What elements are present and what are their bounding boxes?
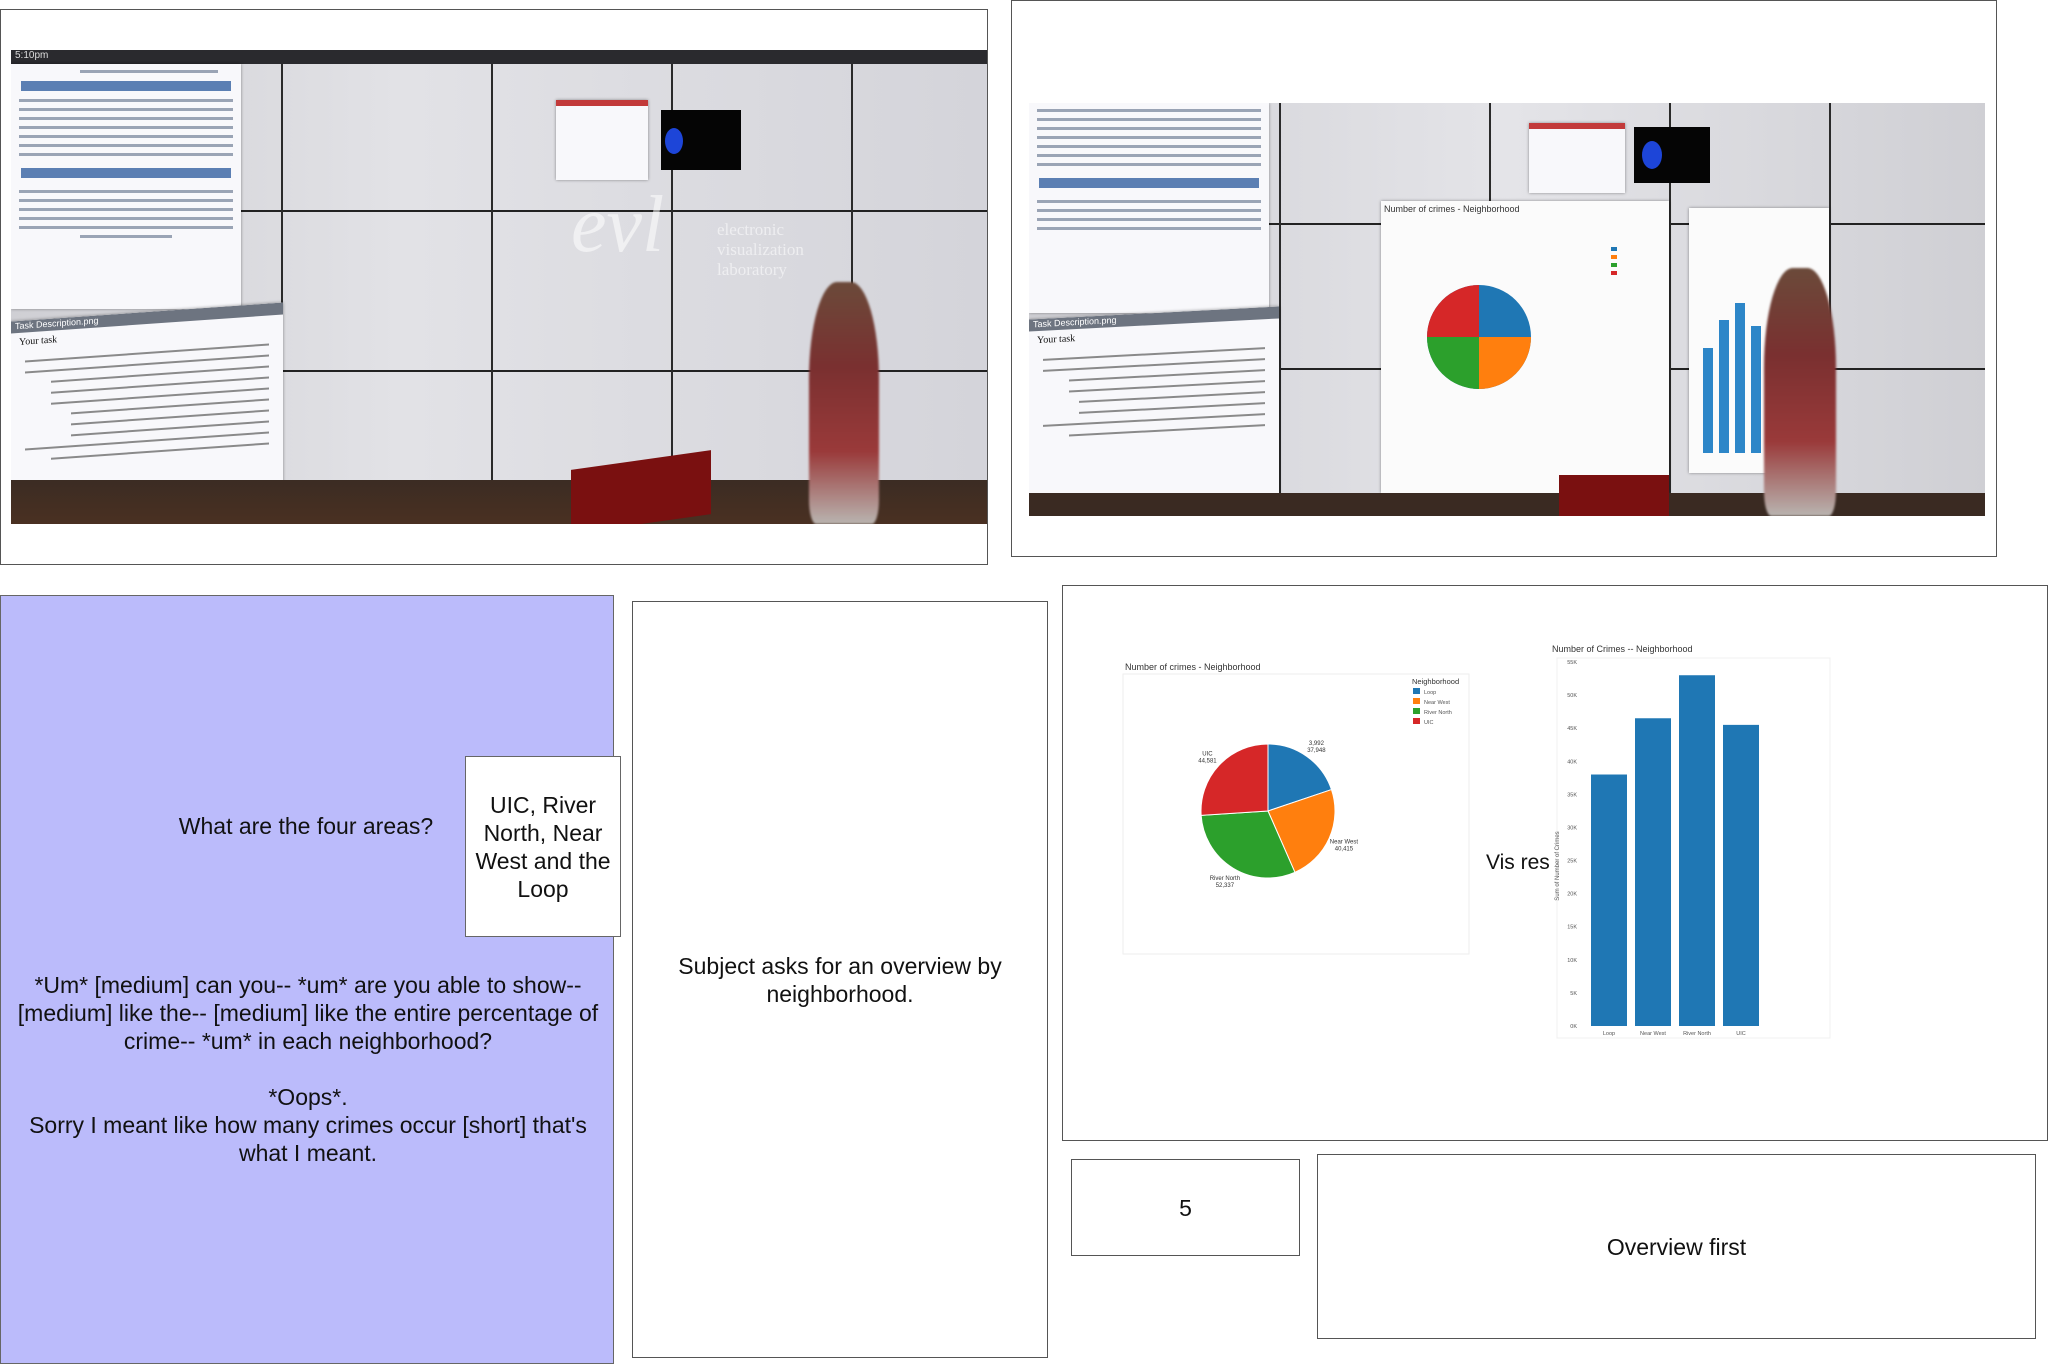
legend-label: Near West bbox=[1424, 700, 1450, 706]
y-tick-label: 20K bbox=[1567, 892, 1577, 898]
x-tick-label: Loop bbox=[1603, 1031, 1615, 1037]
bar-near-west bbox=[1635, 718, 1671, 1026]
correction-text: Sorry I meant like how many crimes occur… bbox=[29, 1111, 587, 1166]
y-tick-label: 50K bbox=[1567, 693, 1577, 699]
voice-indicator-window bbox=[661, 110, 741, 170]
photo-frame-right: Task Description.png Your task Number of… bbox=[1011, 0, 1997, 557]
legend-label: Loop bbox=[1424, 690, 1436, 696]
data-description-window-right bbox=[1029, 103, 1269, 313]
y-tick-label: 40K bbox=[1567, 759, 1577, 765]
data-description-window bbox=[11, 64, 241, 309]
utterance-text: *Um* [medium] can you-- *um* are you abl… bbox=[17, 971, 599, 1054]
legend-label: River North bbox=[1424, 710, 1452, 716]
x-tick-label: UIC bbox=[1736, 1031, 1746, 1037]
principle-text: Overview first bbox=[1606, 1233, 1747, 1260]
transcript-panel: What are the four areas? *Um* [medium] c… bbox=[0, 595, 614, 1364]
task-description-window-right: Task Description.png Your task bbox=[1029, 306, 1279, 516]
vis-overlay-text: Vis res bbox=[1486, 851, 1550, 874]
evl-logo: evl bbox=[571, 181, 665, 269]
legend-swatch bbox=[1413, 708, 1420, 714]
y-tick-label: 30K bbox=[1567, 825, 1577, 831]
y-tick-label: 0K bbox=[1570, 1024, 1577, 1030]
bar-chart-ylabel: Sum of Number of Crimes bbox=[1555, 831, 1561, 900]
voice-indicator-window-right bbox=[1634, 127, 1710, 183]
display-wall-photo-right: Task Description.png Your task Number of… bbox=[1029, 103, 1985, 516]
evl-logo-subtitle: electronic visualization laboratory bbox=[717, 220, 804, 279]
pie-slice-label: 3,992 37,948 bbox=[1307, 741, 1326, 754]
legend-swatch bbox=[1413, 718, 1420, 724]
display-wall-photo-left: 5:10pm Task Description.png Your task ev… bbox=[11, 50, 987, 524]
description-box: Subject asks for an overview by neighbor… bbox=[632, 601, 1048, 1358]
pie-legend-title: Neighborhood bbox=[1412, 677, 1459, 686]
description-text: Subject asks for an overview by neighbor… bbox=[678, 952, 1002, 1007]
principle-box: Overview first bbox=[1317, 1154, 2036, 1339]
wall-pie-window: Number of crimes - Neighborhood bbox=[1381, 201, 1669, 493]
vis-panel: Number of crimes - Neighborhood 3,992 37,… bbox=[1062, 585, 2048, 1141]
legend-swatch bbox=[1413, 698, 1420, 704]
y-tick-label: 15K bbox=[1567, 925, 1577, 931]
vis-svg: Number of crimes - Neighborhood 3,992 37,… bbox=[1122, 644, 1831, 1039]
wall-pie-svg bbox=[1427, 247, 1617, 389]
bar-uic bbox=[1723, 724, 1759, 1026]
notes-window bbox=[556, 100, 648, 180]
oops-text: *Oops*. bbox=[268, 1083, 348, 1110]
person-right bbox=[1764, 268, 1836, 516]
wall-pie-title: Number of crimes - Neighborhood bbox=[1384, 204, 1520, 214]
photo-frame-left: 5:10pm Task Description.png Your task ev… bbox=[0, 9, 988, 565]
count-value: 5 bbox=[1179, 1194, 1192, 1221]
y-tick-label: 45K bbox=[1567, 726, 1577, 732]
pie-chart-title: Number of crimes - Neighborhood bbox=[1125, 662, 1261, 672]
y-tick-label: 25K bbox=[1567, 859, 1577, 865]
wall-clock: 5:10pm bbox=[15, 50, 49, 61]
person bbox=[809, 282, 879, 524]
bar-river-north bbox=[1679, 675, 1715, 1026]
legend-label: UIC bbox=[1424, 720, 1434, 726]
count-box: 5 bbox=[1071, 1159, 1300, 1256]
answer-text: UIC, River North, Near West and the Loop bbox=[475, 791, 611, 902]
y-tick-label: 10K bbox=[1567, 958, 1577, 964]
answer-box: UIC, River North, Near West and the Loop bbox=[465, 756, 621, 937]
legend-swatch bbox=[1413, 688, 1420, 694]
utterance-block: *Um* [medium] can you-- *um* are you abl… bbox=[1, 951, 615, 1186]
question-text: What are the four areas? bbox=[178, 813, 434, 839]
bar-chart-title: Number of Crimes -- Neighborhood bbox=[1552, 644, 1693, 654]
x-tick-label: River North bbox=[1683, 1031, 1711, 1037]
y-tick-label: 55K bbox=[1567, 660, 1577, 666]
y-tick-label: 5K bbox=[1570, 991, 1577, 997]
bar-loop bbox=[1591, 774, 1627, 1026]
x-tick-label: Near West bbox=[1640, 1031, 1666, 1037]
notes-window-right bbox=[1529, 123, 1625, 193]
y-tick-label: 35K bbox=[1567, 792, 1577, 798]
